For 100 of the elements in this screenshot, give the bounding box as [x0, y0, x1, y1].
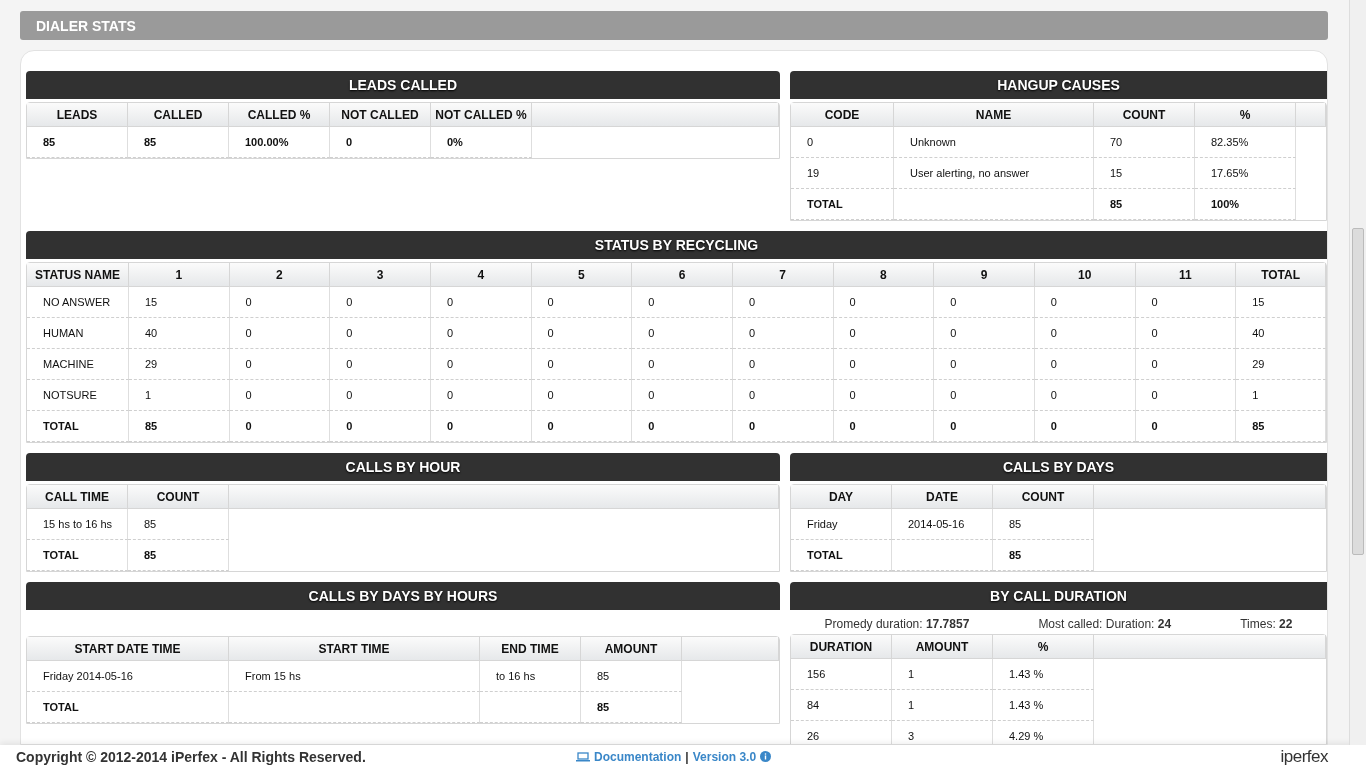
table-cell: 0	[330, 287, 431, 318]
table-cell: 0	[833, 380, 935, 411]
table-cell: NOTSURE	[27, 380, 129, 411]
table-cell: 1	[1236, 380, 1326, 411]
table-cell: 0	[833, 349, 935, 380]
table-cell: 0	[833, 411, 935, 442]
table-cell: 0	[1034, 380, 1136, 411]
table-cell: 0	[632, 287, 733, 318]
table-cell: TOTAL	[791, 540, 892, 571]
table-cell: 85	[128, 127, 229, 158]
table-cell: 0	[1034, 318, 1136, 349]
table-cell: 0	[934, 287, 1035, 318]
column-header: STATUS NAME	[27, 263, 129, 287]
table-cell: 0	[1135, 411, 1237, 442]
section-title: BY CALL DURATION	[790, 582, 1327, 610]
page-title: DIALER STATS	[20, 11, 1328, 40]
column-header: 3	[330, 263, 431, 287]
table-cell: 0	[833, 287, 935, 318]
scrollbar-thumb[interactable]	[1352, 228, 1364, 555]
scrollbar[interactable]	[1349, 0, 1366, 745]
table-cell: 85	[993, 540, 1094, 571]
table-cell: 40	[128, 318, 230, 349]
table-cell: 0	[430, 349, 532, 380]
section-title: LEADS CALLED	[26, 71, 780, 99]
table-cell: 0	[330, 318, 431, 349]
table-cell: 0	[934, 349, 1035, 380]
column-header: 10	[1034, 263, 1136, 287]
table-cell: 100%	[1195, 189, 1296, 220]
table-cell: 85	[27, 127, 128, 158]
table-cell: 0	[330, 127, 431, 158]
table-cell: HUMAN	[27, 318, 129, 349]
column-header: CALLED %	[229, 103, 330, 127]
table-cell: 0	[229, 318, 331, 349]
table-cell: 0	[531, 287, 633, 318]
table-cell: 0	[791, 127, 894, 158]
table-cell: 1	[892, 690, 993, 721]
table-cell: 15 hs to 16 hs	[27, 509, 128, 540]
table-cell: 0	[1034, 411, 1136, 442]
table-cell: 15	[128, 287, 230, 318]
table-cell: 0	[934, 318, 1035, 349]
table-cell: NO ANSWER	[27, 287, 129, 318]
column-header: 7	[732, 263, 834, 287]
table-cell: TOTAL	[27, 692, 229, 723]
column-header: 8	[833, 263, 935, 287]
documentation-link[interactable]: Documentation	[594, 749, 682, 764]
table-cell: 40	[1236, 318, 1326, 349]
table-cell: 0	[632, 349, 733, 380]
table-cell: 1.43 %	[993, 659, 1094, 690]
logo-text: iperfex	[1280, 746, 1328, 767]
table-cell: 0	[934, 380, 1035, 411]
table-cell: 156	[791, 659, 892, 690]
table-cell: 0%	[431, 127, 532, 158]
column-header: AMOUNT	[892, 635, 993, 659]
column-header: 11	[1135, 263, 1237, 287]
table-cell: MACHINE	[27, 349, 129, 380]
table-cell: 0	[632, 318, 733, 349]
column-header: END TIME	[480, 637, 581, 661]
separator-text: |	[685, 749, 689, 764]
column-header: NOT CALLED %	[431, 103, 532, 127]
column-header: DATE	[892, 485, 993, 509]
section-title: STATUS BY RECYCLING	[26, 231, 1327, 259]
column-header: START TIME	[229, 637, 480, 661]
table-cell: 0	[229, 380, 331, 411]
table-cell: 85	[993, 509, 1094, 540]
table-cell: 85	[128, 411, 230, 442]
table-cell: 70	[1094, 127, 1195, 158]
table-cell: 0	[430, 287, 532, 318]
table-cell: 0	[732, 318, 834, 349]
column-header: 4	[430, 263, 532, 287]
table-cell: Friday 2014-05-16	[27, 661, 229, 692]
table-cell: 0	[1135, 287, 1237, 318]
column-header: TOTAL	[1236, 263, 1326, 287]
table-cell: 0	[732, 349, 834, 380]
column-header: 1	[128, 263, 230, 287]
table-cell: 85	[1094, 189, 1195, 220]
column-header: DURATION	[791, 635, 892, 659]
table-cell: 29	[1236, 349, 1326, 380]
table-cell: 85	[128, 540, 229, 571]
table-cell: TOTAL	[791, 189, 894, 220]
table-cell: to 16 hs	[480, 661, 581, 692]
summary-text: Promedy duration: 17.7857	[824, 617, 970, 631]
column-header: COUNT	[1094, 103, 1195, 127]
table-cell: 0	[1135, 380, 1237, 411]
table-cell: 17.65%	[1195, 158, 1296, 189]
table-cell: 0	[531, 349, 633, 380]
table-cell: 0	[934, 411, 1035, 442]
column-header: START DATE TIME	[27, 637, 229, 661]
table-cell: 85	[581, 692, 682, 723]
table-cell: 100.00%	[229, 127, 330, 158]
summary-text: Times: 22	[1240, 617, 1293, 631]
section-title: CALLS BY DAYS BY HOURS	[26, 582, 780, 610]
table-cell: Unknown	[894, 127, 1094, 158]
table-cell: 15	[1236, 287, 1326, 318]
column-header: CODE	[791, 103, 894, 127]
copyright-text: Copyright © 2012-2014 iPerfex - All Rights Reserved.	[16, 748, 367, 765]
column-header: COUNT	[128, 485, 229, 509]
table-cell: 0	[531, 380, 633, 411]
table-cell: 82.35%	[1195, 127, 1296, 158]
version-link[interactable]: Version 3.0	[692, 749, 757, 764]
table-cell: 0	[430, 411, 532, 442]
